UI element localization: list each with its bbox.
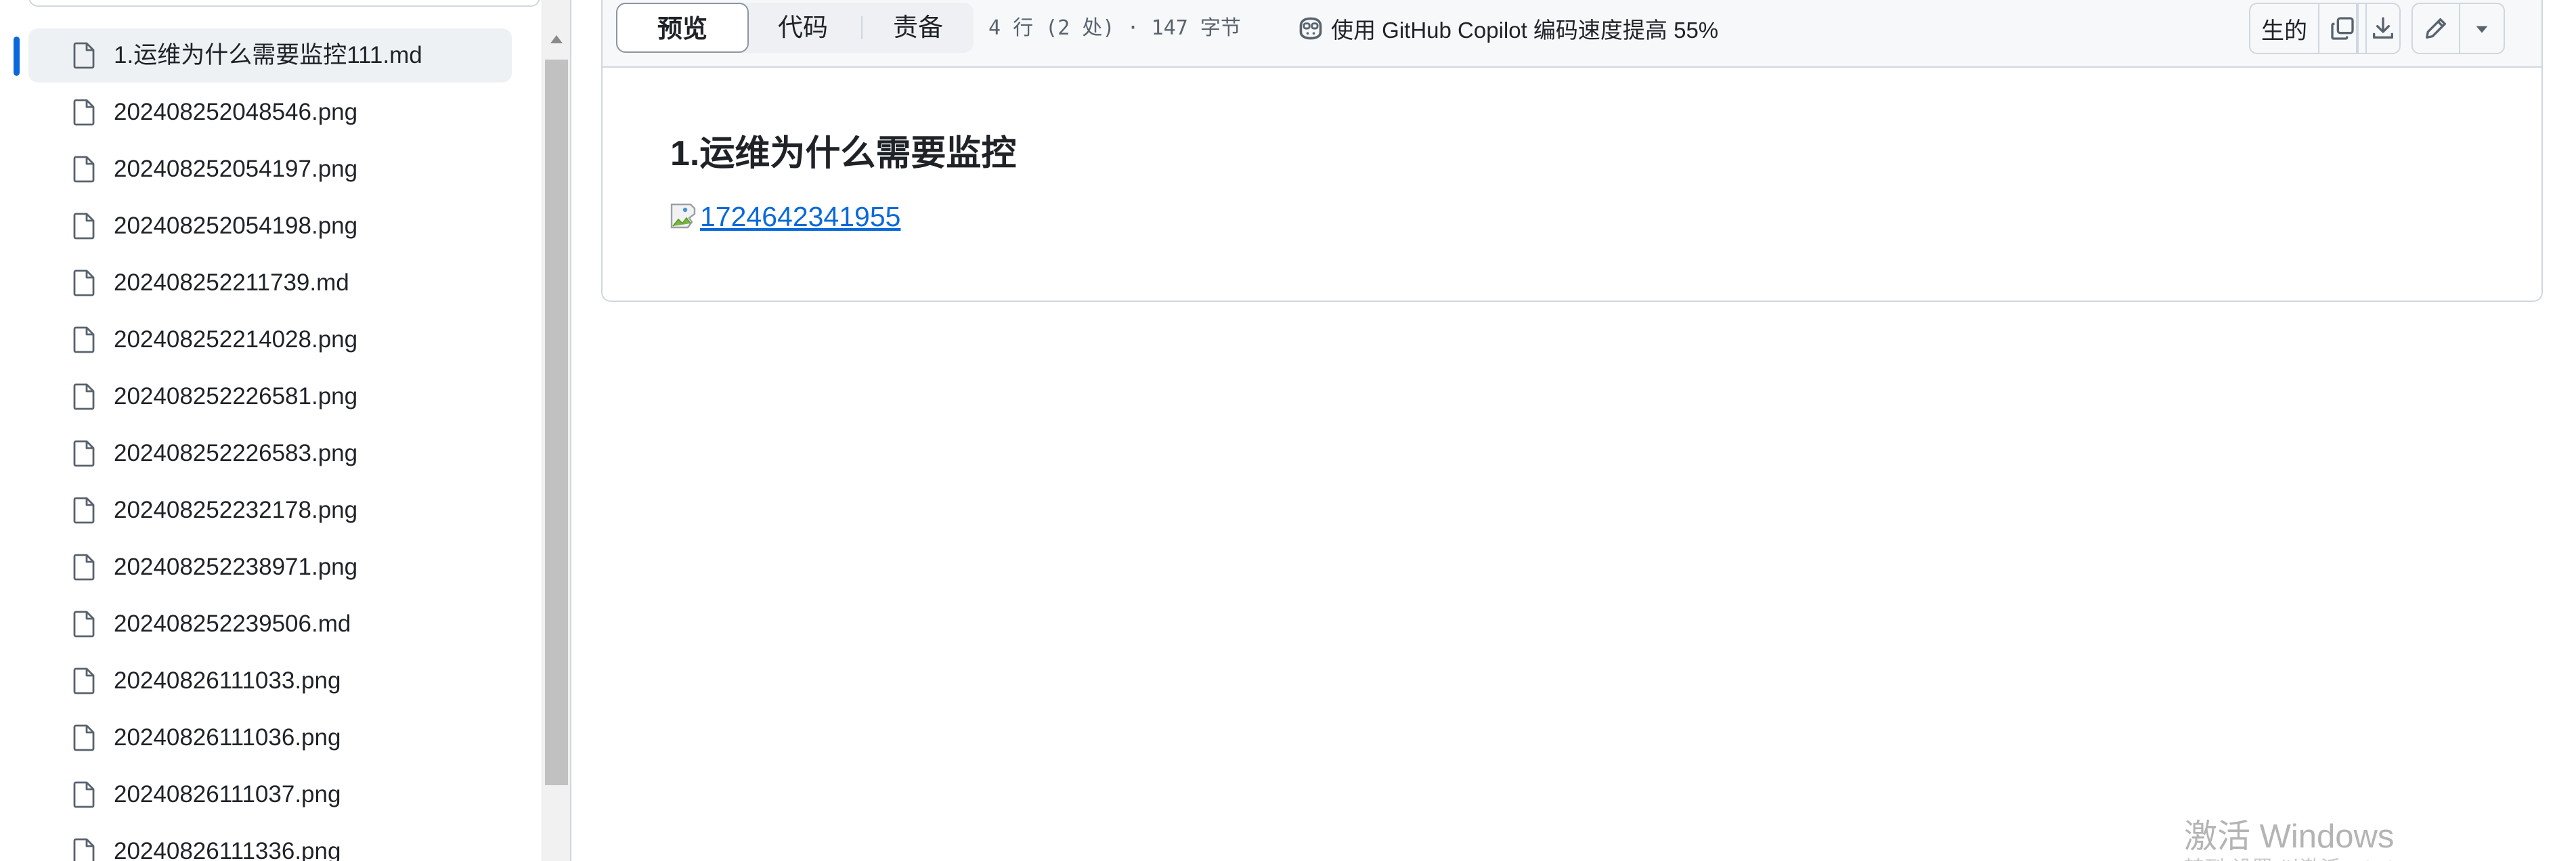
file-name: 1.运维为什么需要监控111.md xyxy=(114,42,422,68)
file-icon xyxy=(73,326,95,353)
file-tree-item[interactable]: 202408252226583.png xyxy=(0,425,535,482)
pencil-icon xyxy=(2426,18,2446,39)
markdown-preview: 1.运维为什么需要监控 1724642341955 xyxy=(603,68,2541,301)
file-icon xyxy=(73,440,95,467)
file-name: 20240826111033.png xyxy=(114,667,341,694)
windows-activation-watermark: 激活 Windows xyxy=(2184,818,2395,855)
file-name: 202408252238971.png xyxy=(114,554,358,580)
file-name: 202408252226583.png xyxy=(114,440,358,466)
file-toolbar: 预览 代码 责备 4 行 (2 处) · 147 字节 使用 GitHub Co… xyxy=(603,0,2541,68)
edit-file-button[interactable] xyxy=(2413,4,2459,53)
sidebar-scrollbar[interactable] xyxy=(542,0,570,861)
file-icon xyxy=(73,99,95,126)
copy-icon xyxy=(2331,17,2354,40)
file-name: 20240826111036.png xyxy=(114,724,341,751)
file-icon xyxy=(73,838,95,861)
active-item-indicator xyxy=(14,37,20,76)
scroll-up-arrow-icon[interactable] xyxy=(550,35,563,43)
edit-group xyxy=(2411,3,2505,54)
file-tree-item[interactable]: 202408252211739.md xyxy=(0,255,535,311)
file-tree-item[interactable]: 202408252054198.png xyxy=(0,198,535,255)
download-icon xyxy=(2373,17,2393,39)
file-name: 20240826111037.png xyxy=(114,781,341,808)
file-icon xyxy=(73,781,95,808)
file-name: 202408252211739.md xyxy=(114,269,349,296)
tab-preview[interactable]: 预览 xyxy=(616,3,749,53)
file-icon xyxy=(73,667,95,694)
file-tree-item[interactable]: 20240826111033.png xyxy=(0,653,535,709)
file-tree-item[interactable]: 202408252214028.png xyxy=(0,311,535,368)
raw-copy-download-group: 生的 xyxy=(2249,3,2401,54)
file-icon xyxy=(73,156,95,183)
file-icon xyxy=(73,611,95,638)
file-name: 202408252048546.png xyxy=(114,99,358,125)
file-name: 202408252054197.png xyxy=(114,156,358,182)
file-icon xyxy=(73,42,95,69)
file-tree-item[interactable]: 20240826111336.png xyxy=(0,823,535,861)
download-raw-button[interactable] xyxy=(2365,4,2399,53)
file-stats: 4 行 (2 处) · 147 字节 xyxy=(988,16,1241,40)
tab-blame[interactable]: 责备 xyxy=(863,3,974,53)
file-name: 202408252054198.png xyxy=(114,213,358,239)
copilot-promo-text: 使用 GitHub Copilot 编码速度提高 55% xyxy=(1331,18,1719,43)
action-spacer xyxy=(2356,3,2359,54)
windows-activation-subtitle: 转到"设置"以激活 Windows。 xyxy=(2184,852,2428,861)
file-icon xyxy=(73,724,95,751)
image-alt-text: 1724642341955 xyxy=(700,200,901,232)
file-tree-item[interactable]: 202408252232178.png xyxy=(0,482,535,539)
view-mode-tabs: 预览 代码 责备 xyxy=(616,3,974,53)
raw-button[interactable]: 生的 xyxy=(2250,4,2318,53)
file-tree-item[interactable]: 202408252239506.md xyxy=(0,596,535,653)
more-edit-options-button[interactable] xyxy=(2459,4,2504,53)
file-name: 20240826111336.png xyxy=(114,838,341,861)
file-name: 202408252214028.png xyxy=(114,326,358,353)
file-tree-item[interactable]: 202408252054197.png xyxy=(0,141,535,198)
file-tree-item[interactable]: 20240826111037.png xyxy=(0,766,535,823)
file-view-panel: 预览 代码 责备 4 行 (2 处) · 147 字节 使用 GitHub Co… xyxy=(601,0,2543,302)
file-icon xyxy=(73,213,95,240)
document-heading: 1.运维为什么需要监控 xyxy=(670,134,1017,173)
copilot-icon xyxy=(1299,17,1322,40)
file-tree-item[interactable]: 202408252226581.png xyxy=(0,368,535,425)
file-icon xyxy=(73,383,95,410)
raw-button-label: 生的 xyxy=(2261,18,2307,44)
file-filter-box[interactable] xyxy=(28,0,540,7)
file-icon xyxy=(73,497,95,524)
scrollbar-thumb[interactable] xyxy=(545,60,568,785)
file-name: 202408252232178.png xyxy=(114,497,358,523)
file-name: 202408252239506.md xyxy=(114,611,351,637)
broken-image-icon xyxy=(670,203,696,229)
file-name: 202408252226581.png xyxy=(114,383,358,410)
tab-code[interactable]: 代码 xyxy=(749,3,857,53)
triangle-down-icon xyxy=(2476,26,2488,33)
file-tree-item[interactable]: 202408252048546.png xyxy=(0,84,535,141)
file-icon xyxy=(73,554,95,581)
file-icon xyxy=(73,269,95,296)
file-tree-item[interactable]: 202408252238971.png xyxy=(0,539,535,596)
file-tree-sidebar: 1.运维为什么需要监控111.md 202408252048546.png 2024… xyxy=(0,0,542,861)
copilot-promo-link[interactable]: 使用 GitHub Copilot 编码速度提高 55% xyxy=(1296,0,1718,57)
image-link[interactable]: 1724642341955 xyxy=(670,196,900,237)
file-tree-item[interactable]: 20240826111036.png xyxy=(0,709,535,766)
sidebar-divider[interactable] xyxy=(570,0,571,861)
file-list: 1.运维为什么需要监控111.md 202408252048546.png 2024… xyxy=(0,27,535,861)
file-tree-item[interactable]: 1.运维为什么需要监控111.md xyxy=(0,27,535,84)
